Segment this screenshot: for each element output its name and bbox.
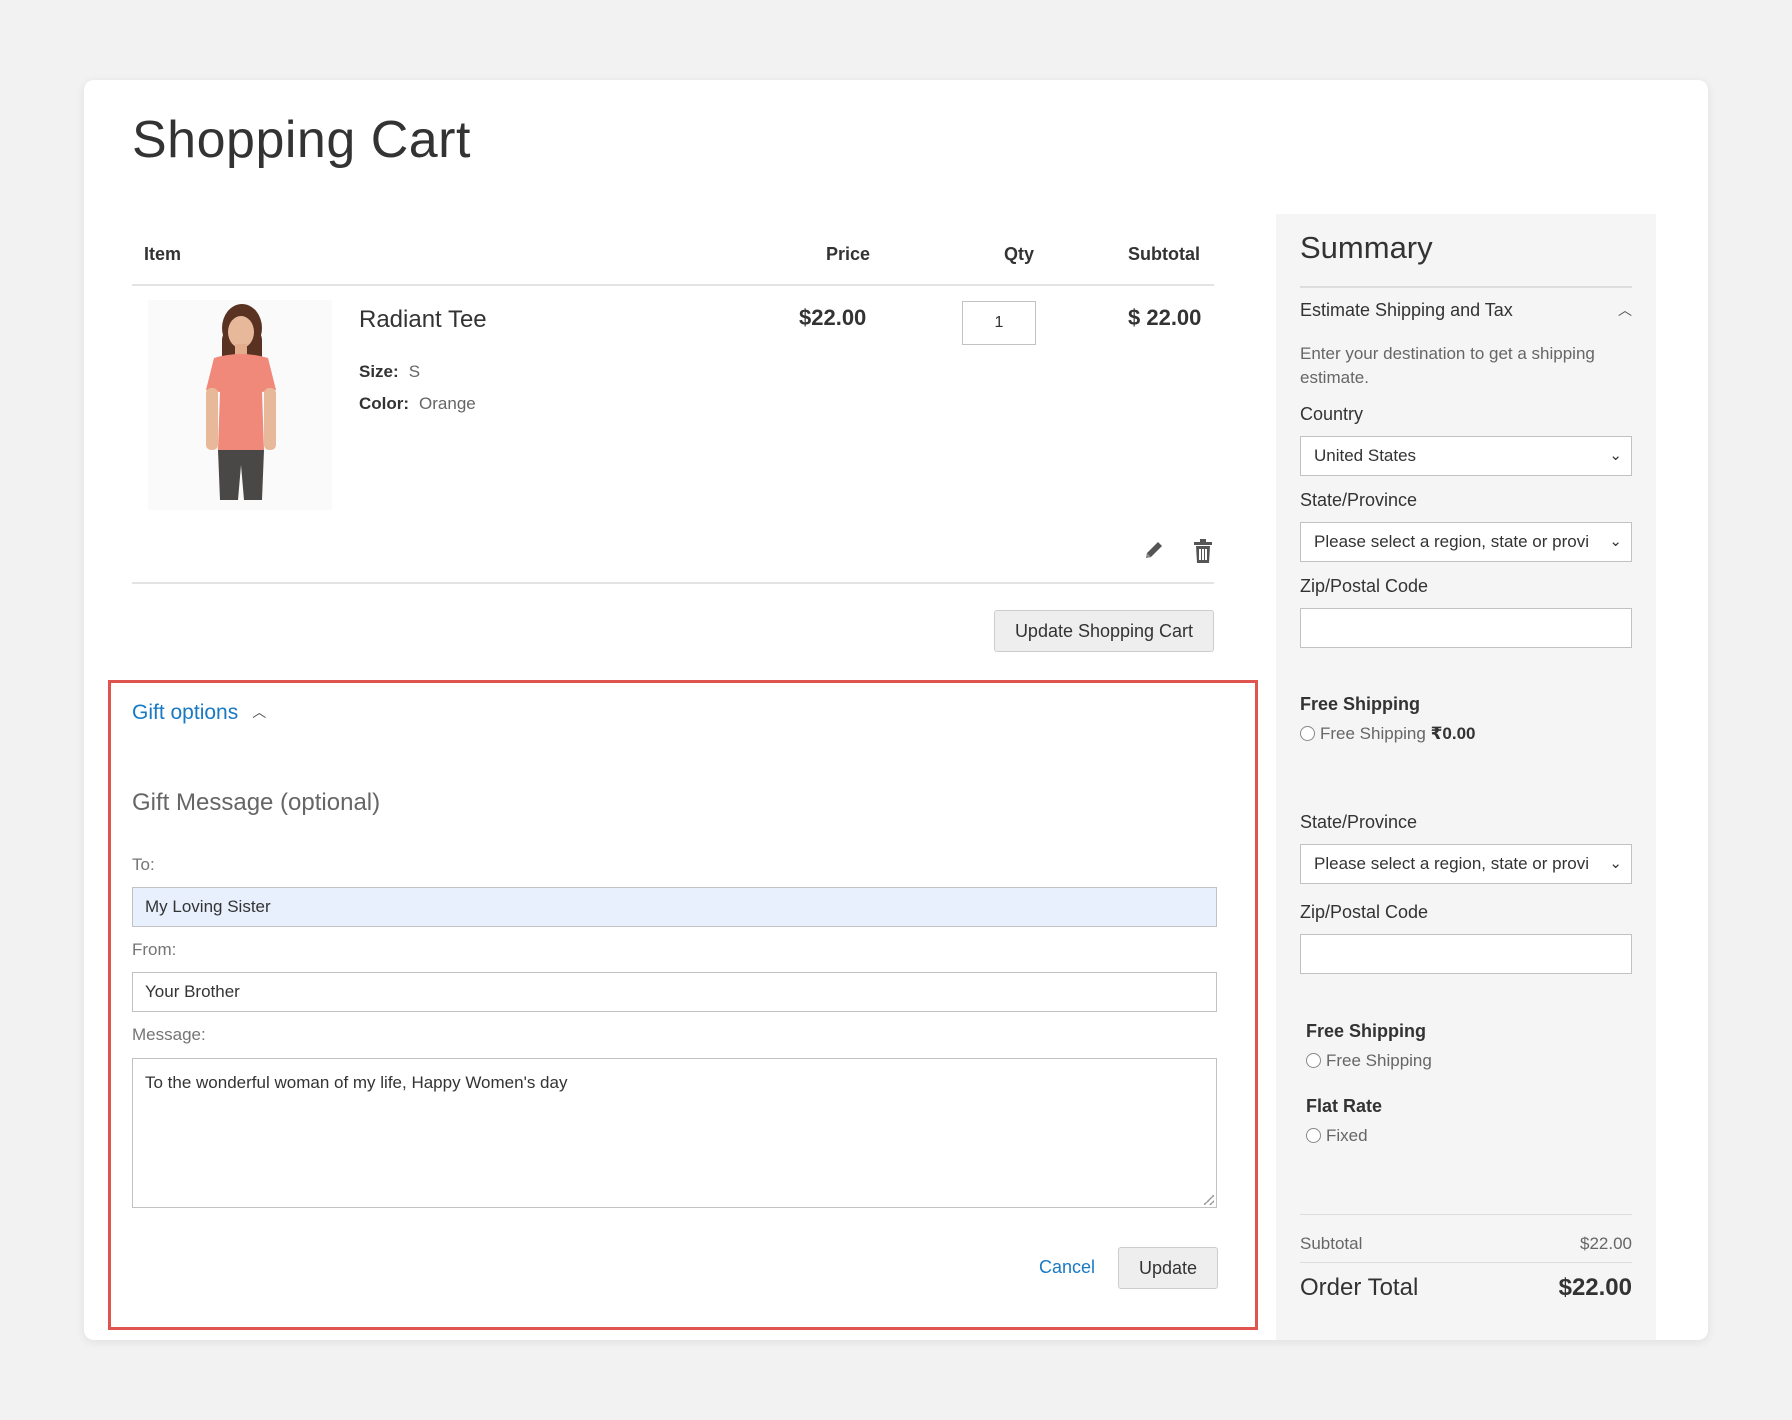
item-price: $22.00 — [799, 305, 867, 330]
edit-icon[interactable] — [1142, 538, 1166, 567]
product-name[interactable]: Radiant Tee — [359, 306, 487, 334]
zip-input[interactable] — [1300, 608, 1632, 648]
order-total-divider — [1300, 1262, 1632, 1263]
item-subtotal: $ 22.00 — [1128, 305, 1202, 330]
flat-rate-radio[interactable]: Fixed — [1306, 1126, 1368, 1146]
message-text: To the wonderful woman of my life, Happy… — [145, 1073, 568, 1092]
message-field[interactable]: To the wonderful woman of my life, Happy… — [132, 1058, 1217, 1208]
size-value: S — [408, 362, 421, 381]
product-color: Color: Orange — [359, 394, 476, 414]
gift-options-label: Gift options — [132, 701, 239, 724]
totals-divider — [1300, 1214, 1632, 1215]
zip-input-2[interactable] — [1300, 934, 1632, 974]
header-divider — [132, 284, 1214, 286]
flat-rate-title: Flat Rate — [1306, 1096, 1383, 1116]
summary-title: Summary — [1300, 230, 1433, 265]
order-total-label: Order Total — [1300, 1274, 1419, 1301]
color-value: Orange — [419, 394, 476, 413]
state-label-2: State/Province — [1300, 812, 1418, 832]
summary-divider — [1300, 286, 1632, 288]
cancel-link[interactable]: Cancel — [1039, 1257, 1095, 1278]
qty-input[interactable]: 1 — [962, 301, 1036, 345]
country-value: United States — [1314, 446, 1417, 465]
column-item: Item — [144, 244, 182, 264]
row-divider — [132, 582, 1214, 584]
from-field[interactable]: Your Brother — [132, 972, 1217, 1012]
flat-rate-option: Fixed — [1326, 1126, 1368, 1145]
order-total-value: $22.00 — [1558, 1274, 1632, 1301]
state-placeholder-2: Please select a region, state or provi — [1314, 854, 1589, 873]
free-shipping-title-2: Free Shipping — [1306, 1021, 1427, 1041]
subtotal-label: Subtotal — [1300, 1234, 1363, 1253]
free-shipping-radio[interactable]: Free Shipping ₹0.00 — [1300, 724, 1476, 744]
message-label: Message: — [132, 1025, 206, 1044]
product-size: Size: S — [359, 362, 420, 382]
free-shipping-price: ₹0.00 — [1430, 724, 1476, 743]
chevron-down-icon: ⌄ — [1609, 855, 1622, 872]
to-field[interactable]: My Loving Sister — [132, 887, 1217, 927]
estimate-shipping-label: Estimate Shipping and Tax — [1300, 300, 1513, 320]
chevron-up-icon: ︿ — [252, 704, 267, 720]
state-select[interactable]: Please select a region, state or provi ⌄ — [1300, 522, 1632, 562]
chevron-up-icon: ︿ — [1618, 302, 1632, 318]
gift-options-toggle[interactable]: Gift options ︿ — [132, 701, 266, 725]
free-shipping-title: Free Shipping — [1300, 694, 1421, 714]
cart-card: Shopping Cart Item Price Qty Subtotal Ra… — [84, 80, 1708, 1340]
column-price: Price — [826, 244, 871, 264]
size-label: Size: — [359, 362, 399, 381]
subtotal-value: $22.00 — [1580, 1234, 1632, 1253]
zip-label: Zip/Postal Code — [1300, 576, 1429, 596]
from-label: From: — [132, 940, 177, 959]
state-select-2[interactable]: Please select a region, state or provi ⌄ — [1300, 844, 1632, 884]
product-image[interactable] — [148, 300, 332, 510]
gift-options-panel: Gift options ︿ Gift Message (optional) To… — [108, 680, 1258, 1330]
to-label: To: — [132, 855, 155, 874]
radio-icon — [1300, 726, 1315, 741]
country-label: Country — [1300, 404, 1364, 424]
page-title: Shopping Cart — [132, 111, 471, 169]
radio-icon — [1306, 1128, 1321, 1143]
estimate-description: Enter your destination to get a shipping… — [1300, 344, 1595, 387]
radio-icon — [1306, 1053, 1321, 1068]
estimate-shipping-toggle[interactable]: Estimate Shipping and Tax ︿ — [1300, 300, 1632, 321]
chevron-down-icon: ⌄ — [1609, 447, 1622, 464]
free-shipping-option-2: Free Shipping — [1326, 1051, 1432, 1070]
free-shipping-radio-2[interactable]: Free Shipping — [1306, 1051, 1432, 1071]
zip-label-2: Zip/Postal Code — [1300, 902, 1429, 922]
order-summary: Summary Estimate Shipping and Tax ︿ Ente… — [1276, 214, 1656, 1340]
chevron-down-icon: ⌄ — [1609, 533, 1622, 550]
update-cart-button[interactable]: Update Shopping Cart — [994, 610, 1214, 652]
gift-update-button[interactable]: Update — [1118, 1247, 1218, 1289]
trash-icon[interactable] — [1192, 538, 1214, 569]
state-placeholder: Please select a region, state or provi — [1314, 532, 1589, 551]
column-qty: Qty — [1004, 244, 1035, 264]
state-label: State/Province — [1300, 490, 1418, 510]
resize-handle[interactable] — [1204, 1195, 1214, 1205]
column-subtotal: Subtotal — [1128, 244, 1200, 264]
free-shipping-option: Free Shipping — [1320, 724, 1426, 743]
color-label: Color: — [359, 394, 410, 413]
country-select[interactable]: United States ⌄ — [1300, 436, 1632, 476]
gift-message-heading: Gift Message (optional) — [132, 789, 381, 816]
